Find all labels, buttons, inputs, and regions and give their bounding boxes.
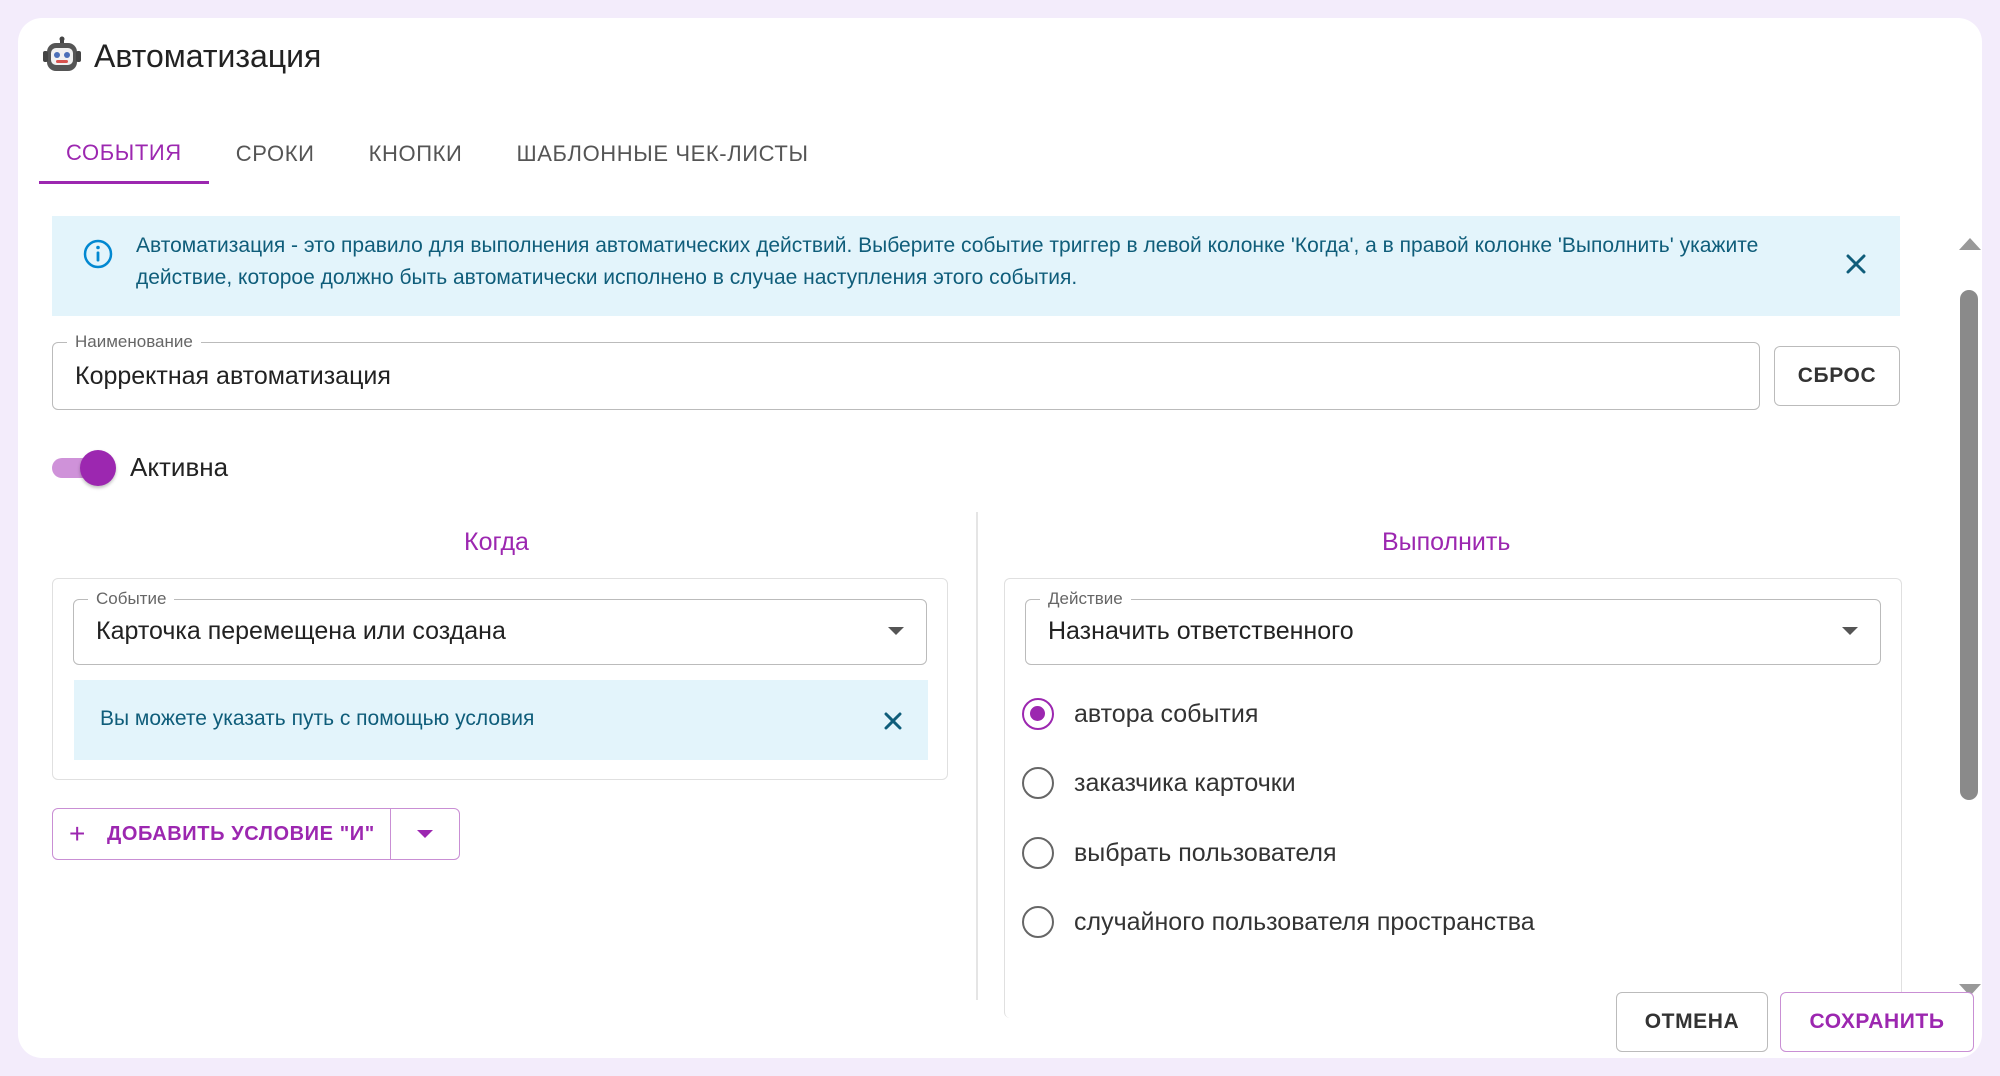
robot-icon: [43, 36, 81, 71]
info-banner-close-button[interactable]: [1838, 246, 1874, 282]
chevron-down-icon: [1842, 627, 1858, 635]
when-heading: Когда: [464, 528, 529, 556]
radio-option-card-customer[interactable]: заказчика карточки: [1022, 763, 1296, 803]
save-button[interactable]: СОХРАНИТЬ: [1780, 992, 1974, 1052]
close-icon: [884, 712, 902, 730]
event-select-value: Карточка перемещена или создана: [96, 617, 506, 645]
action-select-label: Действие: [1040, 588, 1131, 610]
automation-dialog: Автоматизация СОБЫТИЯ СРОКИ КНОПКИ ШАБЛО…: [18, 18, 1982, 1058]
radio-option-label: автора события: [1074, 699, 1259, 728]
toggle-thumb: [80, 450, 116, 486]
tab-deadlines[interactable]: СРОКИ: [209, 124, 342, 184]
condition-hint-close-button[interactable]: [876, 704, 910, 738]
name-field: Наименование: [52, 331, 1760, 410]
tab-buttons[interactable]: КНОПКИ: [342, 124, 490, 184]
action-select[interactable]: Действие Назначить ответственного: [1025, 588, 1881, 665]
condition-hint-banner: Вы можете указать путь с помощью условия: [74, 680, 928, 760]
add-condition-label: ДОБАВИТЬ УСЛОВИЕ "И": [107, 822, 375, 845]
scroll-up-arrow-icon[interactable]: [1959, 238, 1981, 250]
add-condition-menu-button[interactable]: [391, 809, 459, 859]
radio-button-checked: [1022, 698, 1054, 730]
radio-button: [1022, 767, 1054, 799]
tab-events[interactable]: СОБЫТИЯ: [39, 124, 209, 184]
dialog-title: Автоматизация: [94, 37, 322, 74]
radio-button: [1022, 837, 1054, 869]
tab-checklist-templates[interactable]: ШАБЛОННЫЕ ЧЕК-ЛИСТЫ: [489, 124, 835, 184]
caret-down-icon: [417, 830, 433, 838]
info-banner: Автоматизация - это правило для выполнен…: [52, 216, 1900, 316]
chevron-down-icon: [888, 627, 904, 635]
name-input[interactable]: [75, 343, 1735, 409]
radio-option-random-user[interactable]: случайного пользователя пространства: [1022, 902, 1535, 942]
condition-hint-text: Вы можете указать путь с помощью условия: [100, 707, 535, 730]
tab-bar: СОБЫТИЯ СРОКИ КНОПКИ ШАБЛОННЫЕ ЧЕК-ЛИСТЫ: [39, 124, 836, 184]
cancel-button[interactable]: ОТМЕНА: [1616, 992, 1768, 1052]
add-condition-button[interactable]: + ДОБАВИТЬ УСЛОВИЕ "И": [53, 809, 391, 859]
dialog-header: Автоматизация: [42, 36, 321, 76]
vertical-scrollbar[interactable]: [1956, 236, 1982, 998]
close-icon: [1846, 254, 1866, 274]
radio-option-select-user[interactable]: выбрать пользователя: [1022, 833, 1337, 873]
radio-option-label: случайного пользователя пространства: [1074, 907, 1535, 936]
action-select-value: Назначить ответственного: [1048, 617, 1354, 645]
radio-button: [1022, 906, 1054, 938]
info-banner-text: Автоматизация - это правило для выполнен…: [136, 234, 1759, 289]
radio-option-event-author[interactable]: автора события: [1022, 694, 1258, 734]
event-select[interactable]: Событие Карточка перемещена или создана: [73, 588, 927, 665]
active-toggle-label: Активна: [130, 452, 229, 482]
reset-button[interactable]: СБРОС: [1774, 346, 1900, 406]
active-toggle[interactable]: [52, 450, 116, 486]
scrollbar-thumb[interactable]: [1960, 290, 1978, 800]
info-icon: [83, 239, 113, 269]
event-select-label: Событие: [88, 588, 175, 610]
plus-icon: +: [69, 818, 86, 849]
column-divider: [976, 512, 978, 1000]
radio-option-label: заказчика карточки: [1074, 768, 1296, 797]
radio-option-label: выбрать пользователя: [1074, 838, 1337, 867]
execute-heading: Выполнить: [1382, 528, 1511, 556]
add-condition-split-button: + ДОБАВИТЬ УСЛОВИЕ "И": [52, 808, 460, 860]
